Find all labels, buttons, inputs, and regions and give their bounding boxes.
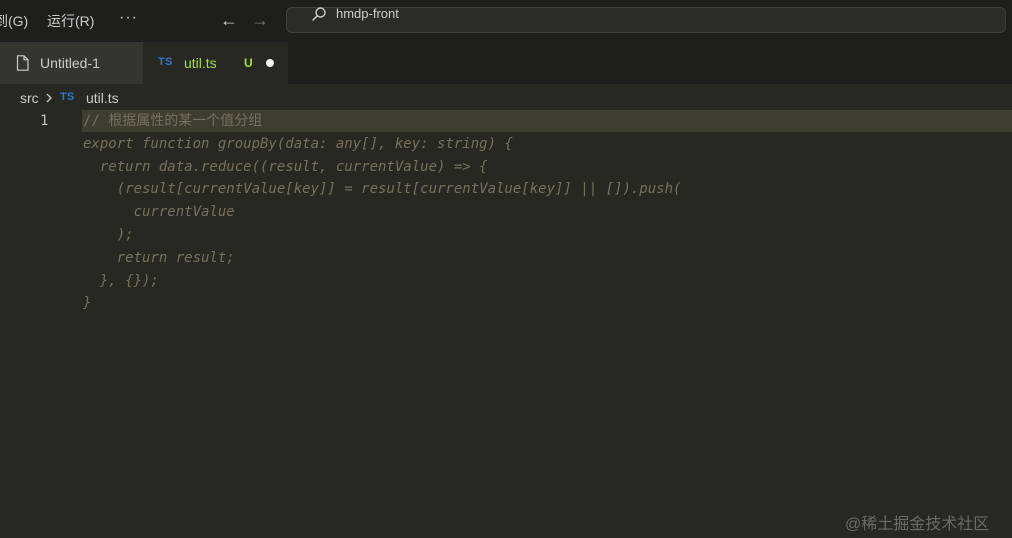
ghost-suggestion-line: ); [83,227,134,243]
git-untracked-badge: U [244,56,253,70]
tab-untitled-1[interactable]: Untitled-1 [0,42,143,84]
menu-go[interactable]: 到(G) [0,12,28,30]
tab-util-ts[interactable]: TS util.ts U [143,42,288,84]
typescript-icon: TS [60,91,75,103]
line-number: 1 [40,113,49,129]
menu-run[interactable]: 运行(R) [47,12,94,30]
more-menu-icon[interactable]: ··· [119,9,138,27]
ghost-suggestion-line: currentValue [83,204,235,220]
ghost-suggestion-line: (result[currentValue[key]] = result[curr… [83,181,682,197]
tab-label: Untitled-1 [40,55,100,71]
search-text: hmdp-front [336,6,399,21]
typescript-icon: TS [158,56,173,68]
breadcrumb: src TS util.ts [0,84,1012,110]
editor-window: 到(G) 运行(R) ··· ← → hmdp-front Untitled-1… [0,0,1012,538]
ghost-suggestion-line: export function groupBy(data: any[], key… [83,136,513,152]
back-arrow-icon[interactable]: ← [220,9,238,31]
forward-arrow-icon[interactable]: → [251,9,269,31]
ghost-suggestion-line: }, {}); [83,273,159,289]
tab-label: util.ts [184,55,217,71]
breadcrumb-file[interactable]: util.ts [86,90,119,106]
ghost-suggestion-line: } [83,295,92,311]
ghost-suggestion-line: return result; [83,250,235,266]
watermark: @稀土掘金技术社区 [845,516,990,533]
code-line[interactable]: // 根据属性的某一个值分组 [83,112,262,130]
file-icon [16,55,29,71]
breadcrumb-folder[interactable]: src [20,90,39,106]
tab-bar: Untitled-1 TS util.ts U [0,42,1012,84]
title-bar: 到(G) 运行(R) ··· ← → hmdp-front [0,0,1012,42]
unsaved-dot-icon[interactable] [266,59,274,67]
chevron-right-icon [46,93,52,103]
search-icon [312,7,326,21]
ghost-suggestion-line: return data.reduce((result, currentValue… [83,159,488,175]
